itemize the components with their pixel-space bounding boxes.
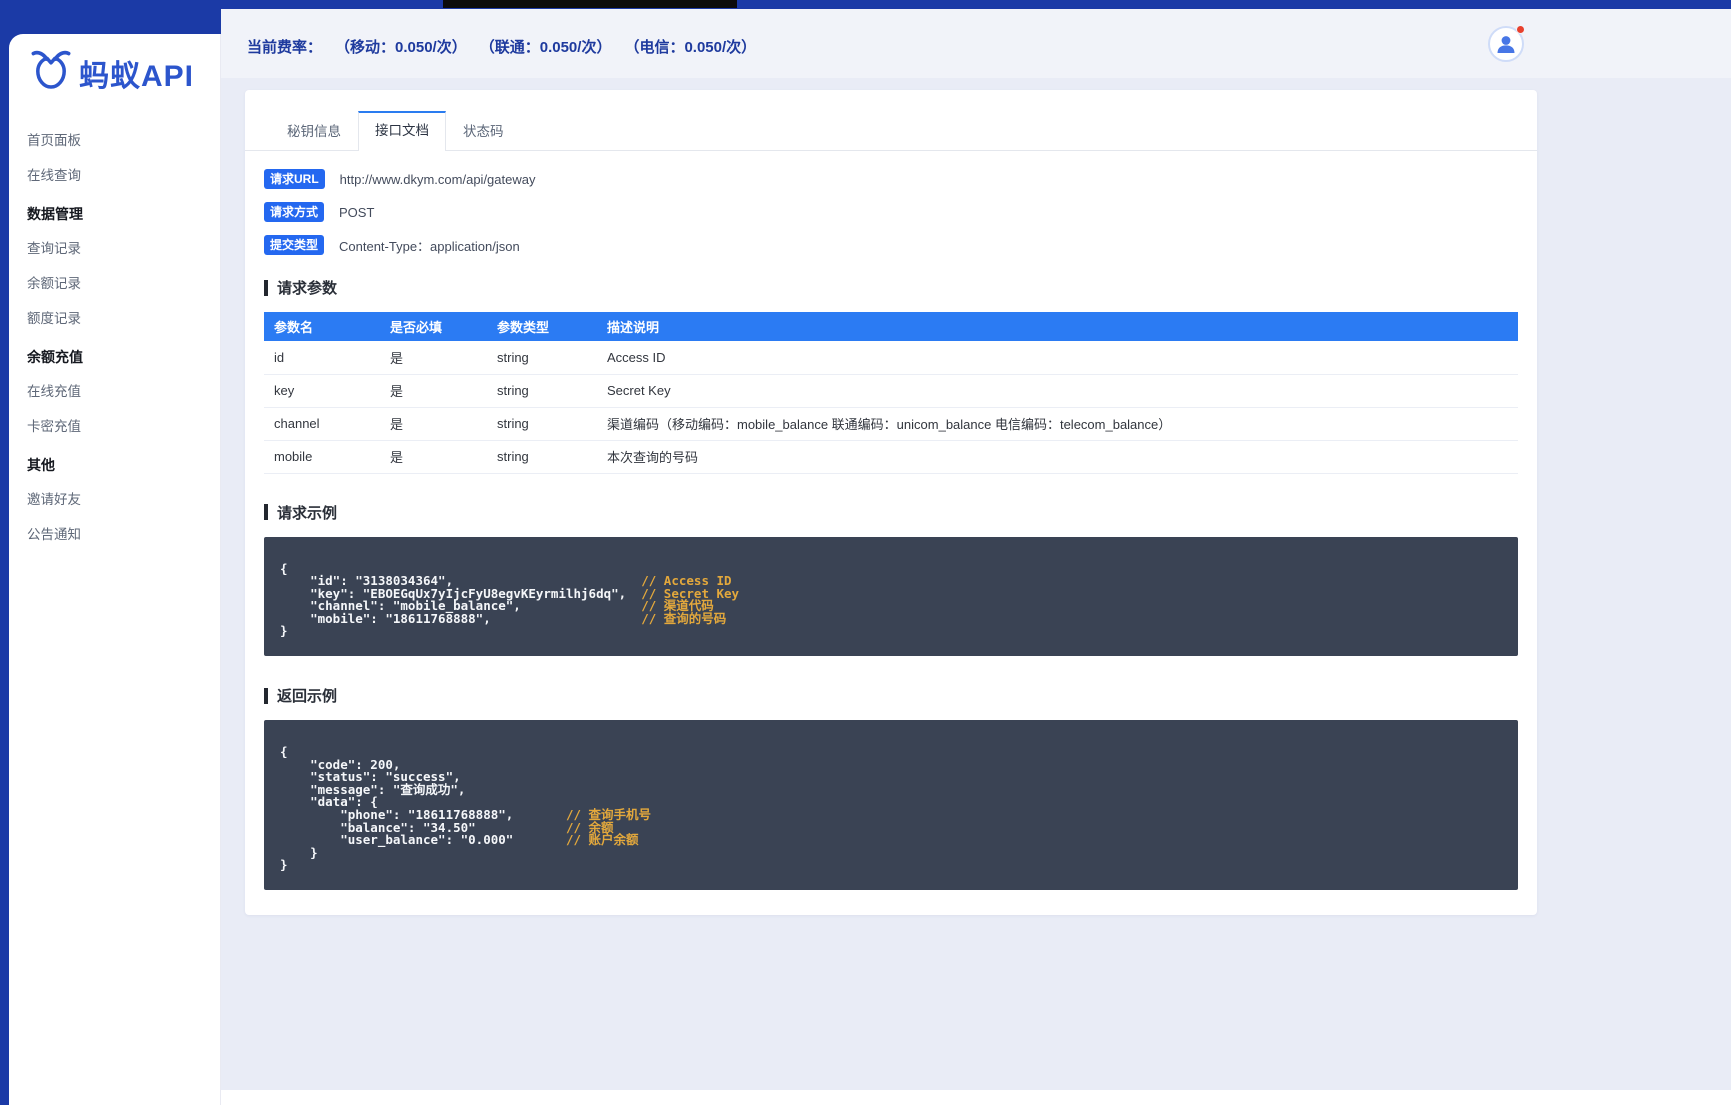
request-example-line-4: "mobile": "18611768888", // 查询的号码 bbox=[280, 610, 1502, 626]
table-cell-0-2: string bbox=[487, 341, 597, 375]
table-cell-3-3: 本次查询的号码 bbox=[597, 440, 1518, 474]
table-cell-3-2: string bbox=[487, 440, 597, 474]
params-col-header-0: 参数名 bbox=[264, 312, 380, 341]
params-col-header-1: 是否必填 bbox=[380, 312, 487, 341]
request-example-comment-4: // 查询的号码 bbox=[641, 610, 727, 626]
request-example-code: { "id": "3138034364", // Access ID "key"… bbox=[264, 536, 1518, 657]
section-bar bbox=[264, 279, 268, 296]
sidebar-item-1-0[interactable]: 查询记录 bbox=[9, 231, 220, 266]
response-example-code: { "code": 200, "status": "success", "mes… bbox=[264, 720, 1518, 890]
sidebar-group-header-3: 其他 bbox=[27, 457, 55, 473]
page-root: 蚂蚁API 首页面板 在线查询数据管理查询记录 余额记录 额度记录余额充值在线充值 卡密… bbox=[0, 0, 1731, 1105]
tab-0[interactable]: 秘钥信息 bbox=[270, 112, 358, 150]
tab-content: 请求URL http://www.dkym.com/api/gateway 请求方式… bbox=[245, 151, 1537, 890]
response-example-line-0: { bbox=[280, 745, 1502, 759]
response-example-line-3: "message": "查询成功", bbox=[280, 783, 1502, 797]
request-info-row-2: 提交类型 Content-Type：application/json bbox=[264, 235, 1518, 255]
tab-1[interactable]: 接口文档 bbox=[358, 111, 446, 151]
sidebar-item-2-0[interactable]: 在线充值 bbox=[9, 374, 220, 409]
sidebar-group-header-1: 数据管理 bbox=[27, 206, 83, 222]
sidebar-group-header-2: 余额充值 bbox=[27, 349, 83, 365]
info-badge-1: 请求方式 bbox=[264, 202, 325, 222]
table-cell-1-1: 是 bbox=[380, 374, 487, 408]
top-black-bar bbox=[443, 0, 737, 8]
table-cell-3-0: mobile bbox=[264, 440, 380, 474]
rate-item-1: （联通：0.050/次） bbox=[479, 39, 612, 56]
ant-logo-icon bbox=[29, 48, 73, 97]
table-cell-1-3: Secret Key bbox=[597, 374, 1518, 408]
table-cell-0-3: Access ID bbox=[597, 341, 1518, 375]
params-section-title: 请求参数 bbox=[264, 277, 1518, 298]
sidebar-item-3-0[interactable]: 邀请好友 bbox=[9, 482, 220, 517]
sidebar-item-3-1[interactable]: 公告通知 bbox=[9, 517, 220, 552]
response-example-line-1: "code": 200, bbox=[280, 758, 1502, 772]
window-left-frame bbox=[0, 0, 9, 1105]
table-cell-0-0: id bbox=[264, 341, 380, 375]
rate-item-2: （电信：0.050/次） bbox=[624, 39, 757, 56]
request-example-code-4: "mobile": "18611768888", bbox=[280, 610, 642, 626]
response-example-comment-7: // 账户余额 bbox=[565, 832, 639, 848]
info-value-2: Content-Type：application/json bbox=[339, 238, 520, 254]
rate-list: 当前费率： （移动：0.050/次） （联通：0.050/次） （电信：0.050/… bbox=[247, 36, 756, 57]
info-value-1: POST bbox=[339, 204, 375, 220]
response-example-line-8: } bbox=[280, 846, 1502, 860]
table-cell-2-2: string bbox=[487, 407, 597, 441]
table-row-3: mobile 是 string 本次查询的号码 bbox=[264, 440, 1518, 474]
table-cell-1-2: string bbox=[487, 374, 597, 408]
request-info-row-0: 请求URL http://www.dkym.com/api/gateway bbox=[264, 169, 1518, 189]
request-example-code-5: } bbox=[280, 623, 288, 639]
sidebar-item-0-1[interactable]: 在线查询 bbox=[9, 158, 220, 193]
sidebar-menu: 首页面板 在线查询数据管理查询记录 余额记录 额度记录余额充值在线充值 卡密充值其他邀请… bbox=[9, 107, 220, 552]
table-cell-3-1: 是 bbox=[380, 440, 487, 474]
table-cell-2-0: channel bbox=[264, 407, 380, 441]
response-example-code-9: } bbox=[280, 857, 288, 873]
sidebar-item-1-1[interactable]: 余额记录 bbox=[9, 266, 220, 301]
sidebar-item-1-2[interactable]: 额度记录 bbox=[9, 301, 220, 336]
info-badge-2: 提交类型 bbox=[264, 235, 325, 255]
logo-text: 蚂蚁API bbox=[79, 59, 195, 93]
table-cell-1-0: key bbox=[264, 374, 380, 408]
window-top-frame bbox=[0, 0, 1731, 9]
rate-label: 当前费率： bbox=[247, 39, 323, 56]
params-col-header-2: 参数类型 bbox=[487, 312, 597, 341]
params-table-header-row: 参数名 是否必填 参数类型 描述说明 bbox=[264, 312, 1518, 341]
content-card: 秘钥信息 接口文档 状态码 请求URL http://www.dkym.com/api… bbox=[245, 90, 1537, 915]
rate-item-0: （移动：0.050/次） bbox=[335, 39, 467, 56]
notification-dot bbox=[1516, 25, 1525, 34]
info-value-0: http://www.dkym.com/api/gateway bbox=[339, 171, 536, 187]
response-example-title: 返回示例 bbox=[264, 685, 1518, 706]
table-cell-2-3: 渠道编码（移动编码：mobile_balance 联通编码：unicom_bal… bbox=[597, 407, 1518, 441]
sidebar: 蚂蚁API 首页面板 在线查询数据管理查询记录 余额记录 额度记录余额充值在线充值 卡密… bbox=[9, 34, 221, 1105]
request-example-title: 请求示例 bbox=[264, 502, 1518, 523]
request-info-row-1: 请求方式 POST bbox=[264, 202, 1518, 222]
response-example-line-7: "user_balance": "0.000" // 账户余额 bbox=[280, 834, 1502, 847]
tab-bar: 秘钥信息 接口文档 状态码 bbox=[245, 111, 1537, 151]
info-badge-0: 请求URL bbox=[264, 169, 325, 189]
table-row-2: channel 是 string 渠道编码（移动编码：mobile_balance 联… bbox=[264, 407, 1518, 441]
table-row-1: key 是 string Secret Key bbox=[264, 374, 1518, 408]
table-cell-2-1: 是 bbox=[380, 407, 487, 441]
table-row-0: id 是 string Access ID bbox=[264, 341, 1518, 375]
table-cell-0-1: 是 bbox=[380, 341, 487, 375]
user-avatar-button[interactable] bbox=[1488, 25, 1525, 62]
sidebar-item-2-1[interactable]: 卡密充值 bbox=[9, 409, 220, 444]
section-bar bbox=[264, 687, 268, 704]
params-table: 参数名 是否必填 参数类型 描述说明 id 是 string Access ID key 是 st… bbox=[264, 312, 1518, 474]
section-bar bbox=[264, 504, 268, 520]
logo[interactable]: 蚂蚁API bbox=[9, 34, 220, 107]
response-example-code-7: "user_balance": "0.000" bbox=[280, 832, 566, 848]
params-col-header-3: 描述说明 bbox=[597, 312, 1518, 341]
page-bottom-strip bbox=[221, 1090, 1731, 1105]
request-info-list: 请求URL http://www.dkym.com/api/gateway 请求方式… bbox=[264, 169, 1518, 255]
request-example-line-5: } bbox=[280, 625, 1502, 638]
sidebar-item-0-0[interactable]: 首页面板 bbox=[9, 123, 220, 158]
response-example-line-9: } bbox=[280, 859, 1502, 872]
tab-2[interactable]: 状态码 bbox=[446, 112, 521, 150]
